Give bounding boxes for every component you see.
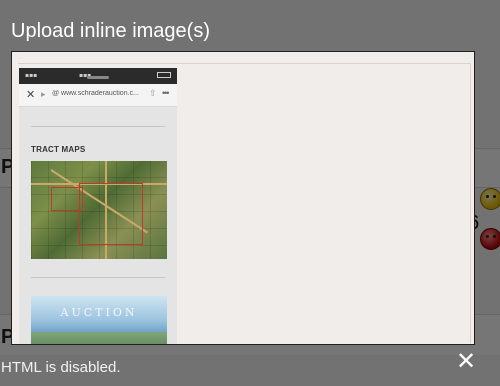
signal-icon: ▪▪▪: [25, 72, 38, 79]
banner-landscape: [31, 332, 167, 344]
content-divider: [31, 277, 165, 278]
auction-banner-image: AUCTION: [31, 296, 167, 344]
uploaded-image-thumbnail[interactable]: ▪▪▪ ▪▪▪ ✕ ▸ @ www.schraderauction.c... ⇧…: [19, 68, 177, 344]
phone-notch: [87, 76, 109, 79]
browser-url-text: @ www.schraderauction.c...: [52, 90, 139, 97]
modal-title: Upload inline image(s): [11, 20, 210, 42]
auction-banner-text: AUCTION: [60, 306, 138, 319]
content-divider: [31, 126, 165, 127]
aerial-map-image: [31, 161, 167, 259]
close-icon: ✕: [26, 89, 36, 101]
preview-inner-border: [470, 63, 471, 343]
html-disabled-notice: HTML is disabled.: [1, 359, 121, 376]
more-menu-icon: •••: [162, 88, 170, 98]
tract-maps-heading: TRACT MAPS: [31, 145, 86, 154]
back-arrow-icon: ▸: [41, 89, 46, 99]
share-icon: ⇧: [149, 88, 157, 98]
close-button[interactable]: ✕: [456, 350, 476, 374]
preview-inner-border: [18, 63, 470, 64]
modal-overlay[interactable]: Upload inline image(s) ▪▪▪ ▪▪▪ ✕ ▸ @ www…: [0, 0, 500, 386]
battery-icon: [157, 72, 171, 78]
browser-url-bar: ✕ ▸ @ www.schraderauction.c... ⇧ •••: [19, 84, 177, 107]
image-preview-frame: ▪▪▪ ▪▪▪ ✕ ▸ @ www.schraderauction.c... ⇧…: [11, 51, 475, 345]
